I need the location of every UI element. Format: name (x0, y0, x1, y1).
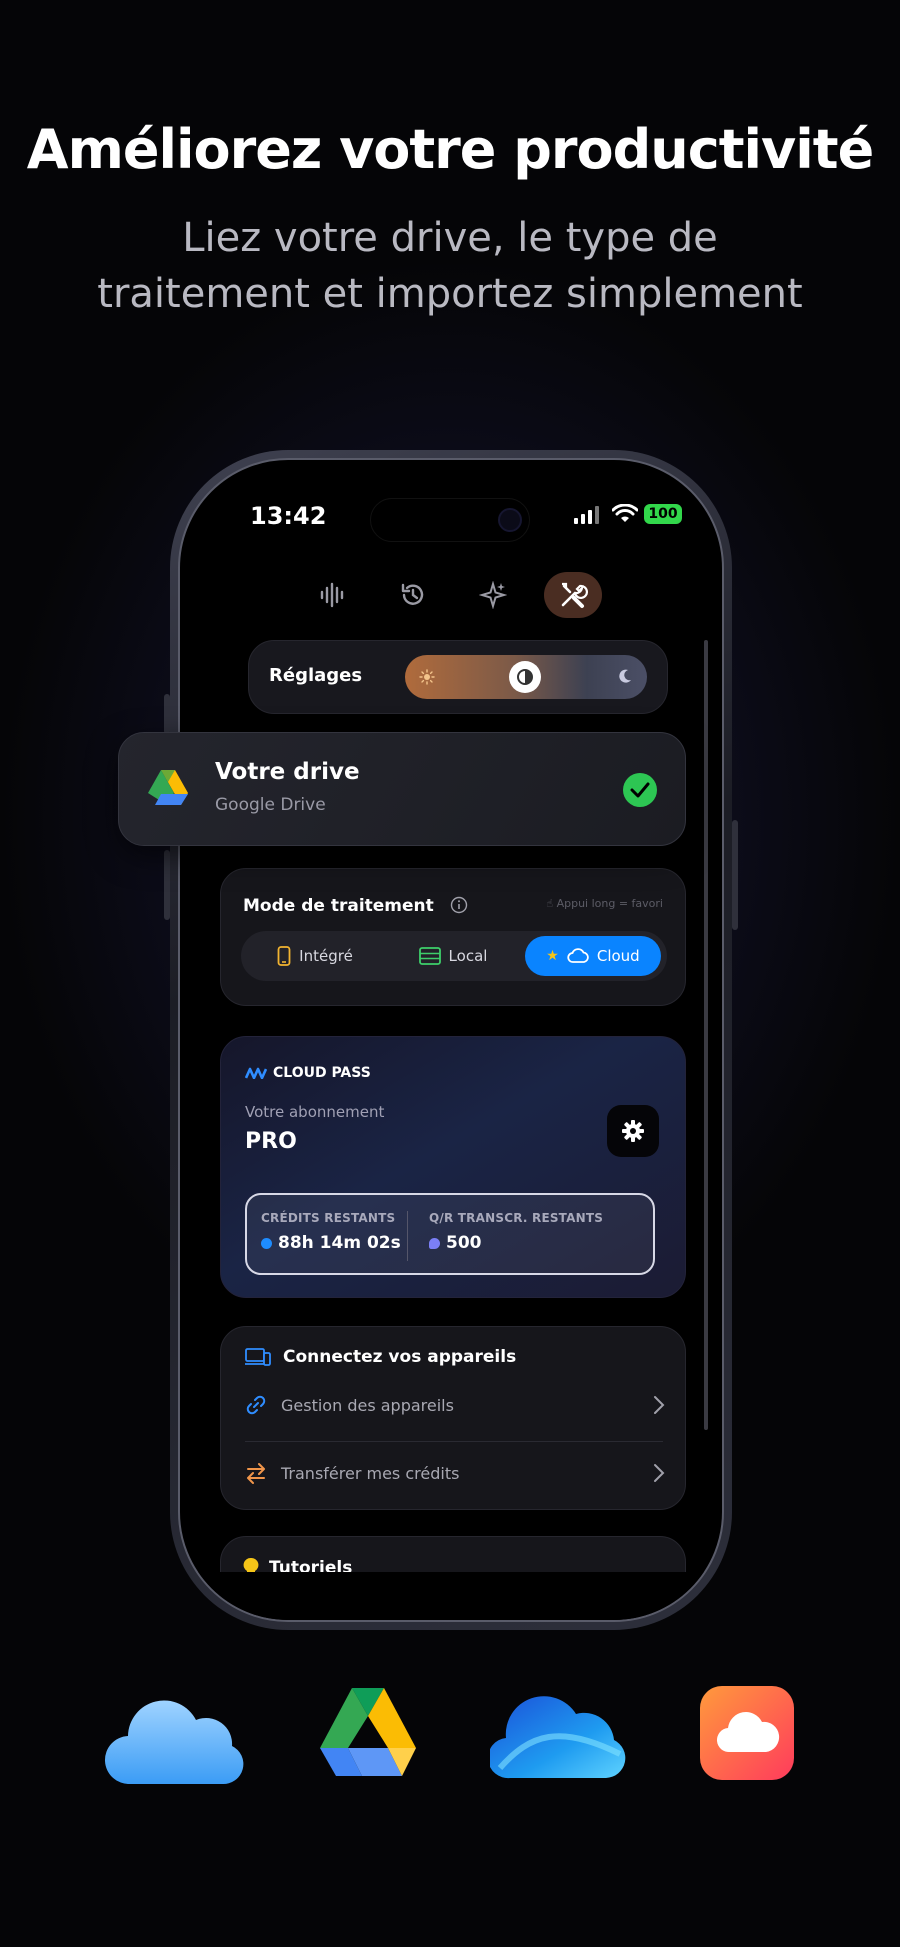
tab-history[interactable] (384, 572, 442, 618)
processing-mode-card: Mode de traitement ☝ Appui long = favori (220, 868, 686, 1006)
processing-mode-hint-text: Appui long = favori (556, 897, 663, 910)
icloud-icon (104, 1700, 244, 1785)
tab-tools[interactable] (544, 572, 602, 618)
top-tab-bar (180, 572, 722, 622)
scroll-indicator[interactable] (704, 640, 708, 1430)
gear-icon (622, 1120, 644, 1142)
wifi-icon (612, 504, 638, 522)
cloud-pass-brand-text: CLOUD PASS (273, 1065, 371, 1081)
history-icon (401, 583, 424, 605)
theme-toggle[interactable] (405, 655, 647, 699)
transfer-credits-label: Transférer mes crédits (281, 1463, 460, 1483)
devices-divider (245, 1441, 663, 1442)
onedrive-icon (490, 1696, 626, 1779)
favorite-star-icon: ★ (546, 948, 559, 964)
info-icon[interactable] (450, 896, 468, 914)
qa-remaining-value: 500 (429, 1233, 603, 1253)
status-time: 13:42 (250, 502, 327, 530)
signal-icon (574, 506, 599, 524)
cloud-pass-logo-icon (245, 1067, 267, 1079)
phone-icon (277, 946, 291, 966)
mode-option-cloud[interactable]: ★ Cloud (525, 936, 661, 976)
chevron-right-icon (654, 1396, 665, 1414)
credits-divider (407, 1211, 408, 1261)
headline: Améliorez votre productivité (26, 118, 874, 181)
battery-indicator: 100 (644, 504, 682, 524)
credits-remaining-value-text: 88h 14m 02s (278, 1233, 401, 1253)
devices-icon (245, 1348, 271, 1366)
credits-panel: CRÉDITS RESTANTS 88h 14m 02s Q/R TRANSCR… (245, 1193, 655, 1275)
google-drive-logo-icon (148, 770, 188, 805)
cloud-pass-brand: CLOUD PASS (245, 1065, 371, 1081)
status-bar: 13:42 100 (180, 498, 722, 542)
theme-toggle-knob[interactable] (509, 661, 541, 693)
device-management-label: Gestion des appareils (281, 1395, 454, 1415)
front-camera (498, 508, 522, 532)
sun-icon (419, 669, 435, 685)
server-icon (418, 947, 441, 965)
cloud-pass-card: CLOUD PASS Votre abonnement PRO CRÉDITS … (220, 1036, 686, 1298)
qa-remaining-label: Q/R TRANSCR. RESTANTS (429, 1211, 604, 1225)
credits-remaining-label: CRÉDITS RESTANTS (261, 1211, 396, 1225)
subheadline-line-2: traitement et importez simplement (97, 271, 803, 317)
cloud-providers-row (0, 1686, 900, 1786)
cloud-app-icon (700, 1686, 794, 1780)
drive-provider: Google Drive (215, 795, 326, 815)
devices-title-text: Connectez vos appareils (283, 1347, 517, 1367)
mode-option-local[interactable]: Local (387, 936, 519, 976)
cloud-icon (567, 948, 589, 963)
mode-option-cloud-label: Cloud (596, 947, 640, 965)
mode-option-integre[interactable]: Intégré (249, 936, 381, 976)
subheadline: Liez votre drive, le type de traitement … (0, 210, 900, 322)
processing-mode-title-text: Mode de traitement (243, 896, 434, 916)
google-drive-icon (320, 1688, 416, 1776)
connected-check-icon (623, 773, 657, 807)
mode-option-integre-label: Intégré (299, 947, 353, 965)
subscription-tier: PRO (245, 1129, 297, 1154)
qa-dot (429, 1237, 440, 1249)
settings-card: Réglages (248, 640, 668, 714)
phone-power-button (732, 820, 738, 930)
drive-title: Votre drive (215, 759, 360, 785)
device-management-row[interactable]: Gestion des appareils (245, 1385, 665, 1425)
transfer-credits-row[interactable]: Transférer mes crédits (245, 1453, 665, 1493)
subscription-label: Votre abonnement (245, 1103, 385, 1121)
moon-icon (619, 669, 631, 683)
waveform-icon (320, 582, 344, 608)
qa-remaining-value-text: 500 (446, 1233, 482, 1253)
sparkles-icon (479, 581, 507, 609)
phone-screen: 13:42 100 Réglages Mode de traitement ☝ … (178, 458, 724, 1622)
credits-dot (261, 1237, 272, 1249)
processing-mode-hint: ☝ Appui long = favori (546, 897, 663, 910)
qa-remaining: Q/R TRANSCR. RESTANTS 500 (429, 1211, 603, 1253)
screen-bottom (180, 1572, 722, 1620)
drive-card[interactable]: Votre drive Google Drive (118, 732, 686, 846)
devices-title: Connectez vos appareils (245, 1347, 516, 1367)
phone-frame: 13:42 100 Réglages Mode de traitement ☝ … (170, 450, 732, 1630)
subheadline-line-1: Liez votre drive, le type de (182, 215, 718, 261)
link-icon (246, 1395, 266, 1415)
credits-remaining: CRÉDITS RESTANTS 88h 14m 02s (261, 1211, 401, 1253)
subscription-settings-button[interactable] (607, 1105, 659, 1157)
chevron-right-icon (654, 1464, 665, 1482)
mode-option-local-label: Local (448, 947, 488, 965)
devices-card: Connectez vos appareils Gestion des appa… (220, 1326, 686, 1510)
tools-icon (561, 582, 588, 608)
tab-recorder[interactable] (304, 572, 362, 618)
transfer-arrows-icon (247, 1463, 265, 1484)
tab-ai[interactable] (464, 572, 522, 618)
long-press-icon: ☝ (546, 897, 554, 910)
processing-mode-title: Mode de traitement (243, 893, 468, 916)
processing-mode-selector: Intégré Local ★ Cloud (241, 931, 667, 981)
settings-label: Réglages (269, 665, 363, 686)
credits-remaining-value: 88h 14m 02s (261, 1233, 401, 1253)
contrast-icon (517, 669, 533, 685)
